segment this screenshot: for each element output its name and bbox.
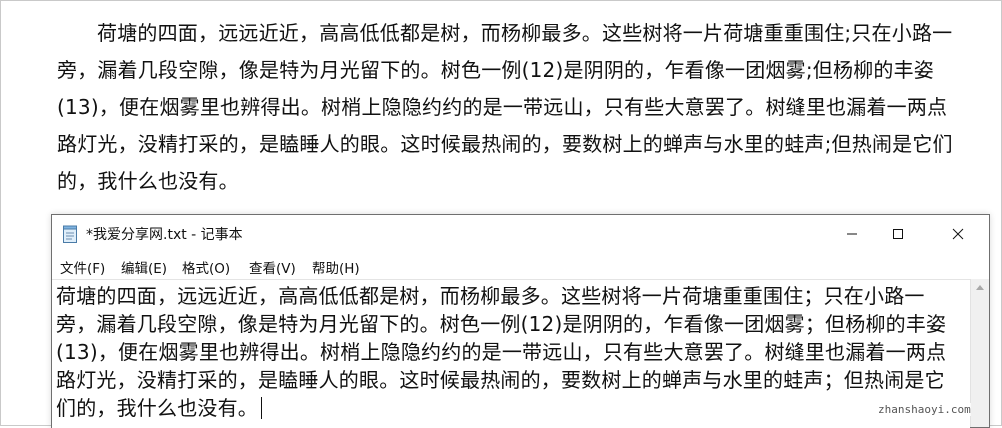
editor-content[interactable]: 荷塘的四面，远远近近，高高低低都是树，而杨柳最多。这些树将一片荷塘重重围住；只在… [56, 282, 961, 422]
editor-text-value: 荷塘的四面，远远近近，高高低低都是树，而杨柳最多。这些树将一片荷塘重重围住；只在… [56, 284, 947, 420]
maximize-icon [893, 229, 903, 239]
menu-bar: 文件(F) 编辑(E) 格式(O) 查看(V) 帮助(H) [52, 253, 989, 279]
menu-format[interactable]: 格式(O) [182, 257, 230, 277]
menu-view[interactable]: 查看(V) [249, 257, 296, 277]
window-title: *我爱分享网.txt - 记事本 [86, 227, 243, 243]
maximize-button[interactable] [875, 215, 921, 253]
document-paragraph: 荷塘的四面，远远近近，高高低低都是树，而杨柳最多。这些树将一片荷塘重重围住;只在… [57, 21, 953, 193]
scroll-up-arrow-icon[interactable] [976, 285, 984, 290]
watermark: zhanshaoyi.com [878, 403, 971, 416]
close-button[interactable] [935, 215, 981, 253]
menu-edit[interactable]: 编辑(E) [121, 257, 167, 277]
vertical-scrollbar[interactable] [970, 279, 989, 427]
notepad-window[interactable]: *我爱分享网.txt - 记事本 文件(F) 编辑(E) 格式(O) 查看(V)… [51, 214, 990, 428]
minimize-icon [847, 233, 857, 235]
close-icon [952, 228, 964, 240]
notepad-icon [62, 225, 78, 243]
menu-file[interactable]: 文件(F) [60, 257, 105, 277]
text-editor[interactable]: 荷塘的四面，远远近近，高高低低都是树，而杨柳最多。这些树将一片荷塘重重围住；只在… [52, 279, 970, 428]
text-caret [261, 397, 262, 419]
minimize-button[interactable] [829, 215, 875, 253]
menu-help[interactable]: 帮助(H) [312, 257, 360, 277]
title-bar[interactable]: *我爱分享网.txt - 记事本 [52, 215, 989, 253]
